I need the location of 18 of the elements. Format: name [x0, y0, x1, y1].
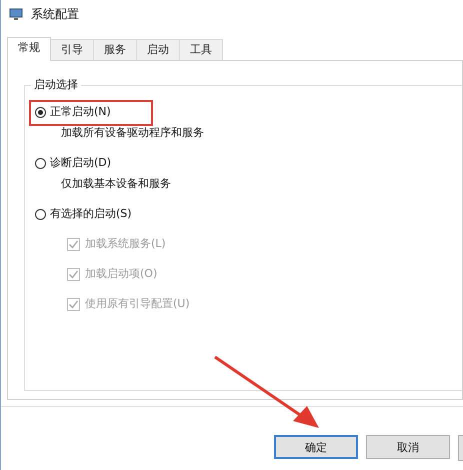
tab[interactable]: 服务 — [93, 39, 137, 60]
dialog-button[interactable]: 确定 — [274, 435, 358, 459]
window-title: 系统配置 — [31, 6, 79, 22]
option-description: 仅加载基本设备和服务 — [61, 176, 172, 192]
option-description: 加载所有设备驱动程序和服务 — [61, 125, 205, 141]
radio-button[interactable] — [35, 158, 46, 168]
radio-button[interactable] — [35, 106, 46, 118]
radio-label[interactable]: 有选择的启动(S) — [50, 206, 132, 222]
tab[interactable]: 常规 — [7, 37, 51, 61]
tab[interactable]: 启动 — [136, 39, 180, 60]
tab[interactable]: 工具 — [179, 39, 223, 60]
group-label: 启动选择 — [31, 77, 81, 92]
radio-label[interactable]: 诊断启动(D) — [50, 155, 112, 171]
monitor-icon — [9, 8, 23, 20]
radio-button[interactable] — [35, 208, 46, 220]
dialog-button[interactable]: 取消 — [366, 435, 450, 459]
radio-label[interactable]: 正常启动(N) — [50, 104, 111, 120]
tab[interactable]: 引导 — [50, 39, 94, 60]
